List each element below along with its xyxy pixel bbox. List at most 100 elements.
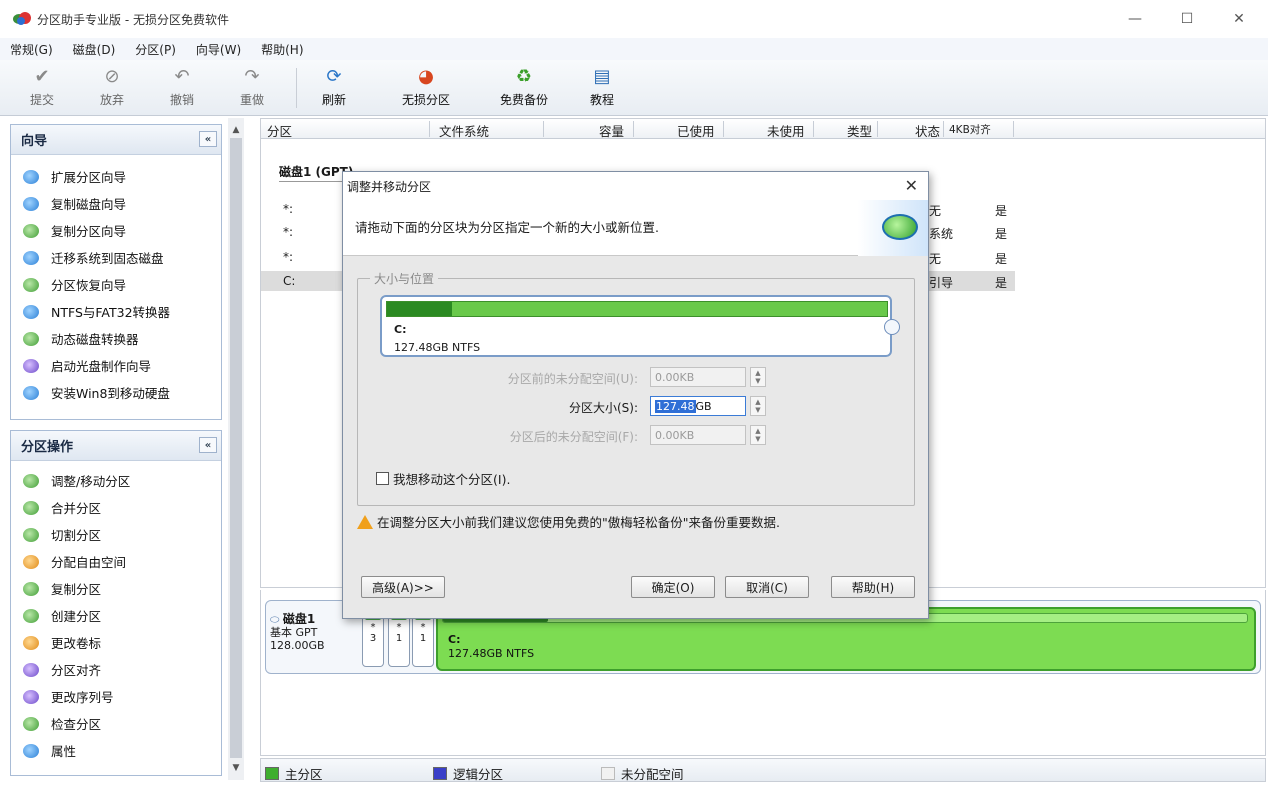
check-icon: [23, 716, 39, 731]
free-backup-button[interactable]: ♻ 免费备份: [492, 64, 556, 112]
move-partition-checkbox[interactable]: [376, 472, 389, 485]
disk-map-partition-small[interactable]: * 3: [362, 611, 384, 667]
ok-button[interactable]: 确定(O): [631, 576, 715, 598]
col-partition[interactable]: 分区: [267, 121, 292, 140]
menu-help[interactable]: 帮助(H): [261, 41, 303, 58]
size-label: 分区大小(S):: [568, 401, 638, 415]
scroll-up-icon[interactable]: ▲: [228, 122, 244, 138]
wizard-item-migrate-os[interactable]: 迁移系统到固态磁盘: [11, 244, 221, 271]
collapse-wizard-button[interactable]: «: [199, 131, 217, 147]
col-used[interactable]: 已使用: [677, 121, 715, 140]
menu-partition[interactable]: 分区(P): [135, 41, 176, 58]
submit-label: 提交: [29, 93, 54, 107]
menu-general[interactable]: 常规(G): [10, 41, 53, 58]
wizard-item-ntfs-fat32[interactable]: NTFS与FAT32转换器: [11, 298, 221, 325]
op-item-resize[interactable]: 调整/移动分区: [11, 467, 221, 494]
warning-text: 在调整分区大小前我们建议您使用免费的"傲梅轻松备份"来备份重要数据.: [377, 515, 780, 530]
wizard-item-dynamic-disk[interactable]: 动态磁盘转换器: [11, 325, 221, 352]
undo-button[interactable]: ↶ 撤销: [152, 64, 212, 112]
wizard-item-recovery[interactable]: 分区恢复向导: [11, 271, 221, 298]
col-unused[interactable]: 未使用: [767, 121, 805, 140]
merge-icon: [23, 500, 39, 515]
warning-row: 在调整分区大小前我们建议您使用免费的"傲梅轻松备份"来备份重要数据.: [357, 512, 780, 531]
partition-block[interactable]: C: 127.48GB NTFS: [380, 295, 900, 357]
redo-label: 重做: [239, 93, 264, 107]
cancel-button[interactable]: 取消(C): [725, 576, 809, 598]
op-item-properties[interactable]: 属性: [11, 737, 221, 764]
disk-map-partition-small[interactable]: * 1: [388, 611, 410, 667]
backup-icon: ♻: [515, 65, 533, 87]
app-logo-icon: [13, 12, 31, 26]
resize-move-dialog: 调整并移动分区 ✕ 请拖动下面的分区块为分区指定一个新的大小或新位置. 大小与位…: [342, 171, 929, 619]
row-partition-name: C:: [283, 274, 296, 288]
legend-unallocated: 未分配空间: [601, 764, 684, 783]
wizard-item-label: 启动光盘制作向导: [51, 359, 152, 374]
copy-partition-icon: [23, 223, 39, 238]
help-button[interactable]: 帮助(H): [831, 576, 915, 598]
refresh-button[interactable]: ⟳ 刷新: [304, 64, 364, 112]
align-icon: [23, 662, 39, 677]
col-4kb-align[interactable]: 4KB对齐: [949, 122, 991, 137]
scrollbar-thumb[interactable]: [230, 138, 242, 758]
before-space-spinner[interactable]: ▲ ▼: [750, 367, 766, 387]
op-item-serial[interactable]: 更改序列号: [11, 683, 221, 710]
wizard-item-extend[interactable]: 扩展分区向导: [11, 163, 221, 190]
disk-map-partition-small[interactable]: * 1: [412, 611, 434, 667]
row-align: 是: [995, 252, 1008, 266]
op-item-copy[interactable]: 复制分区: [11, 575, 221, 602]
wizard-item-copy-disk[interactable]: 复制磁盘向导: [11, 190, 221, 217]
size-input[interactable]: 127.48GB: [650, 396, 746, 416]
resize-handle[interactable]: [884, 319, 900, 335]
op-item-allocate[interactable]: 分配自由空间: [11, 548, 221, 575]
wizard-item-boot-cd[interactable]: 启动光盘制作向导: [11, 352, 221, 379]
discard-button[interactable]: ⊘ 放弃: [82, 64, 142, 112]
row-align: 是: [995, 204, 1008, 218]
wizard-item-win8-usb[interactable]: 安装Win8到移动硬盘: [11, 379, 221, 406]
legend-primary-label: 主分区: [285, 767, 323, 782]
op-item-align[interactable]: 分区对齐: [11, 656, 221, 683]
redo-button[interactable]: ↷ 重做: [222, 64, 282, 112]
col-filesystem[interactable]: 文件系统: [439, 121, 489, 140]
partition-letter: *: [420, 622, 426, 633]
unallocated-swatch: [601, 767, 615, 780]
size-spinner[interactable]: ▲ ▼: [750, 396, 766, 416]
size-position-group: 大小与位置 C: 127.48GB NTFS 分区前的未分配空间(U): 0.0…: [357, 270, 916, 506]
op-item-split[interactable]: 切割分区: [11, 521, 221, 548]
tutorial-button[interactable]: ▤ 教程: [572, 64, 632, 112]
advanced-button[interactable]: 高级(A)>>: [361, 576, 445, 598]
op-item-create[interactable]: 创建分区: [11, 602, 221, 629]
before-space-input[interactable]: 0.00KB: [650, 367, 746, 387]
col-state[interactable]: 状态: [915, 121, 940, 140]
after-space-spinner[interactable]: ▲ ▼: [750, 425, 766, 445]
wizard-item-label: 扩展分区向导: [51, 170, 127, 185]
op-item-label: 更改卷标: [51, 636, 102, 651]
col-separator: [1013, 121, 1014, 137]
move-partition-option[interactable]: 我想移动这个分区(I).: [376, 469, 510, 488]
scroll-down-icon[interactable]: ▼: [228, 760, 244, 776]
lossless-partition-button[interactable]: ◕ 无损分区: [394, 64, 458, 112]
after-space-input[interactable]: 0.00KB: [650, 425, 746, 445]
op-item-label-change[interactable]: 更改卷标: [11, 629, 221, 656]
close-window-button[interactable]: ✕: [1212, 0, 1266, 38]
op-item-merge[interactable]: 合并分区: [11, 494, 221, 521]
op-item-check[interactable]: 检查分区: [11, 710, 221, 737]
collapse-operations-button[interactable]: «: [199, 437, 217, 453]
menu-disk[interactable]: 磁盘(D): [73, 41, 116, 58]
refresh-label: 刷新: [321, 93, 346, 107]
col-type[interactable]: 类型: [847, 121, 872, 140]
col-capacity[interactable]: 容量: [599, 121, 624, 140]
sidebar-scrollbar[interactable]: ▲ ▼: [228, 118, 244, 780]
minimize-button[interactable]: —: [1108, 0, 1162, 38]
before-space-row: 分区前的未分配空间(U): 0.00KB ▲ ▼: [358, 367, 916, 389]
maximize-button[interactable]: ☐: [1160, 0, 1214, 38]
after-space-label: 分区后的未分配空间(F):: [509, 430, 638, 444]
warning-icon: [357, 514, 373, 529]
wizard-item-copy-partition[interactable]: 复制分区向导: [11, 217, 221, 244]
submit-button[interactable]: ✔ 提交: [12, 64, 72, 112]
split-icon: [23, 527, 39, 542]
menu-wizard[interactable]: 向导(W): [196, 41, 241, 58]
op-item-label: 检查分区: [51, 717, 102, 732]
dialog-close-button[interactable]: ✕: [905, 176, 918, 195]
partition-block-name: C:: [394, 323, 407, 336]
legend-logical-label: 逻辑分区: [453, 767, 504, 782]
